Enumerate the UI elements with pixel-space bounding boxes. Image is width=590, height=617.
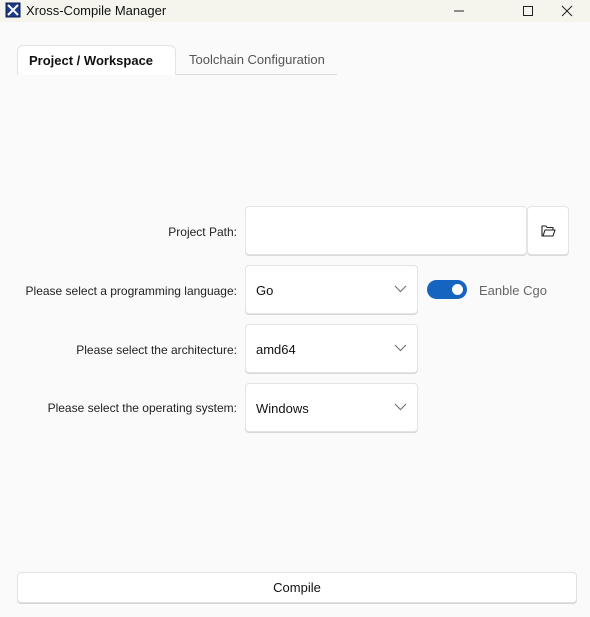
tab-toolchain-configuration[interactable]: Toolchain Configuration: [176, 45, 337, 75]
close-button[interactable]: [544, 0, 590, 22]
toggle-knob: [452, 284, 463, 295]
maximize-icon: [523, 6, 533, 16]
folder-open-icon: [540, 224, 556, 237]
enable-cgo-toggle[interactable]: [427, 280, 467, 299]
language-select-value: Go: [256, 283, 274, 298]
os-select-value: Windows: [256, 401, 309, 416]
minimize-button[interactable]: [436, 0, 482, 22]
architecture-select-value: amd64: [256, 342, 296, 357]
project-path-input[interactable]: [245, 206, 527, 255]
window-title: Xross-Compile Manager: [26, 3, 167, 18]
tab-project-workspace[interactable]: Project / Workspace: [17, 45, 176, 75]
browse-folder-button[interactable]: [527, 206, 569, 255]
language-label: Please select a programming language:: [25, 284, 237, 298]
os-select[interactable]: Windows: [245, 383, 418, 432]
chevron-down-icon: [394, 285, 407, 293]
architecture-select[interactable]: amd64: [245, 324, 418, 373]
enable-cgo-label: Eanble Cgo: [479, 283, 547, 298]
compile-button[interactable]: Compile: [17, 572, 577, 603]
minimize-icon: [454, 10, 464, 12]
chevron-down-icon: [394, 403, 407, 411]
app-logo-icon: [5, 2, 21, 18]
project-path-label: Project Path:: [168, 225, 237, 239]
chevron-down-icon: [394, 344, 407, 352]
close-icon: [561, 5, 573, 17]
language-select[interactable]: Go: [245, 265, 418, 314]
os-label: Please select the operating system:: [47, 401, 237, 415]
title-bar: Xross-Compile Manager: [0, 0, 590, 22]
architecture-label: Please select the architecture:: [76, 343, 237, 357]
